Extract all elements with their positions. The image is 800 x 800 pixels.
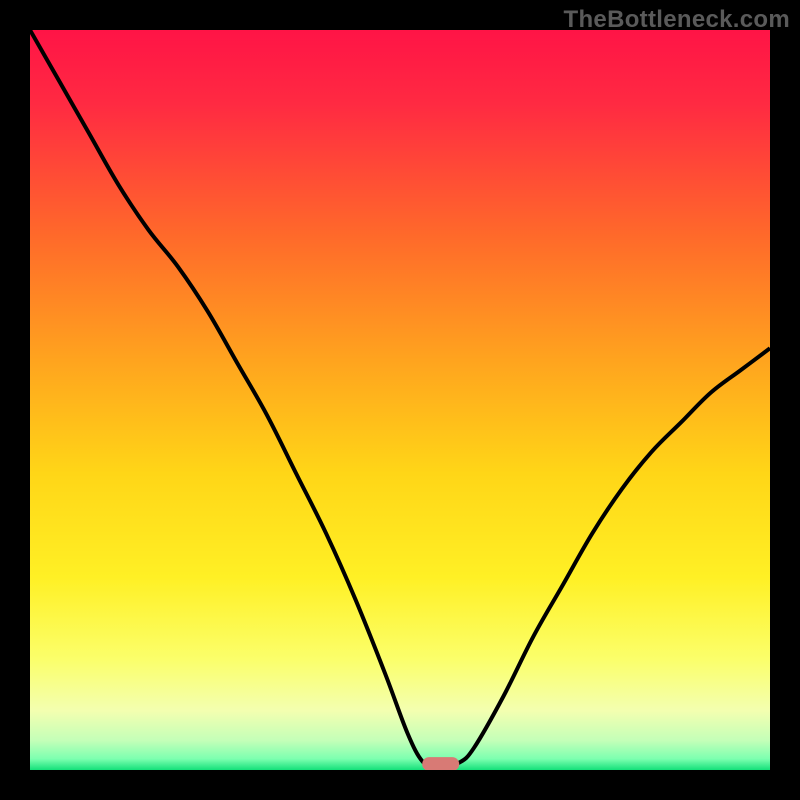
bottleneck-chart — [30, 30, 770, 770]
optimal-marker — [422, 757, 459, 770]
chart-frame: TheBottleneck.com — [0, 0, 800, 800]
gradient-background — [30, 30, 770, 770]
